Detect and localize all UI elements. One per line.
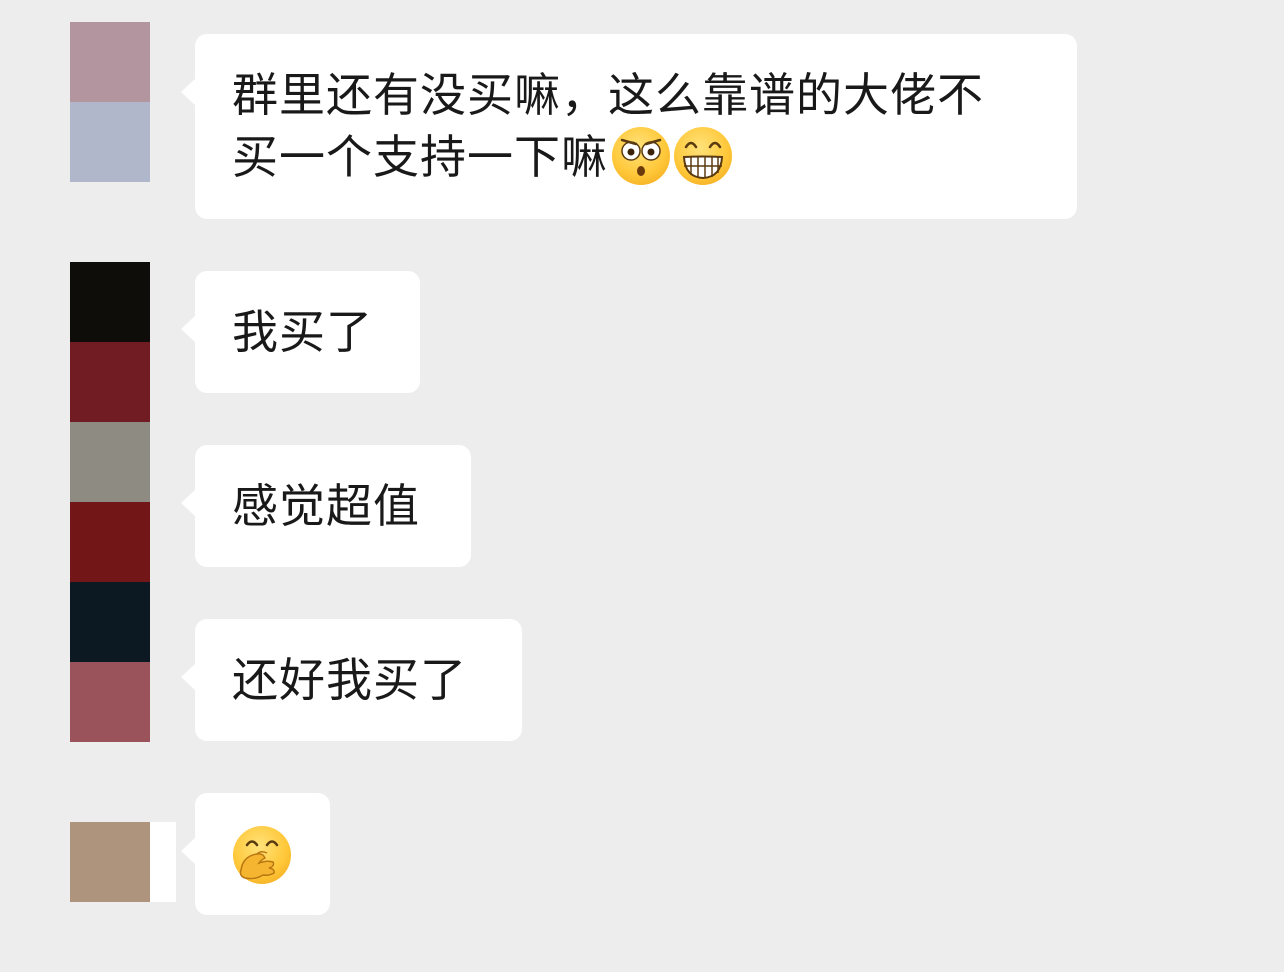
avatar-tile: [70, 822, 150, 902]
avatar-tile: [70, 102, 150, 182]
message-bubble[interactable]: 感觉超值: [181, 445, 471, 567]
message-text: 感觉超值: [232, 479, 420, 533]
avatar-border: [150, 822, 176, 902]
message-bubble[interactable]: 还好我买了: [181, 619, 522, 741]
message-bubble[interactable]: 群里还有没买嘛，这么靠谱的大佬不 买一个支持一下嘛: [181, 34, 1077, 219]
flushed-face-icon: [612, 127, 670, 185]
message-text: 群里还有没买嘛，这么靠谱的大佬不 买一个支持一下嘛: [232, 68, 984, 184]
avatar[interactable]: [70, 582, 150, 742]
face-with-hand-over-mouth-icon: [233, 826, 291, 884]
avatar-tile: [70, 422, 150, 502]
avatar[interactable]: [70, 422, 150, 582]
message-text: 还好我买了: [232, 653, 467, 707]
avatar-tile: [70, 502, 150, 582]
message-bubble[interactable]: [181, 793, 330, 915]
avatar-tile: [70, 262, 150, 342]
avatar-tile: [70, 582, 150, 662]
avatar-tile: [70, 342, 150, 422]
avatar[interactable]: [70, 822, 150, 902]
grinning-face-icon: [674, 127, 732, 185]
message-bubble[interactable]: 我买了: [181, 271, 420, 393]
avatar-tile: [70, 22, 150, 102]
avatar-tile: [70, 662, 150, 742]
avatar[interactable]: [70, 262, 150, 422]
message-text: 我买了: [232, 305, 373, 359]
avatar[interactable]: [70, 22, 150, 182]
